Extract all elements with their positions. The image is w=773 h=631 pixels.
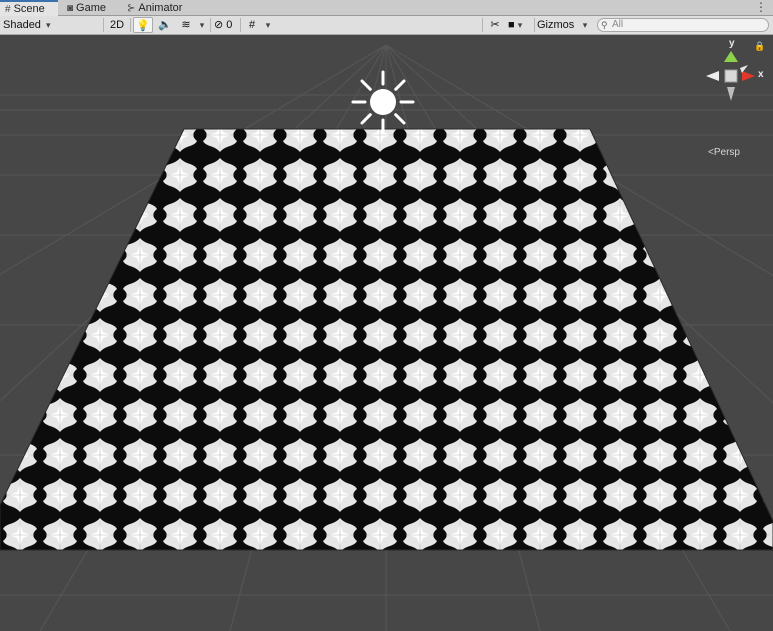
grid-toggle-button[interactable]: #	[243, 17, 261, 33]
separator	[240, 18, 241, 32]
tools-button[interactable]: ✂	[486, 17, 504, 33]
chevron-down-icon: ▾	[582, 20, 588, 30]
2d-toggle-button[interactable]: 2D	[107, 17, 127, 33]
grid-dropdown[interactable]: ▾	[263, 17, 273, 33]
tab-animator-label: Animator	[138, 1, 183, 14]
tab-game-label: Game	[76, 1, 107, 14]
scene-audio-toggle[interactable]: 🔈	[155, 17, 175, 33]
gizmo-y-cone[interactable]	[724, 51, 738, 62]
separator	[534, 18, 535, 32]
tab-game[interactable]: ◙ Game	[62, 0, 118, 16]
chevron-down-icon: ▾	[265, 20, 271, 30]
eye-slash-icon: ⊘	[214, 19, 224, 31]
search-placeholder: All	[612, 19, 624, 30]
separator	[482, 18, 483, 32]
effects-layers-icon: ≋	[181, 19, 191, 31]
gizmo-y-label: y	[729, 38, 735, 49]
speaker-icon: 🔈	[158, 19, 172, 31]
gamepad-icon: ◙	[67, 2, 74, 14]
gizmos-label: Gizmos	[537, 19, 575, 31]
draw-mode-dropdown[interactable]: Shaded	[3, 17, 99, 33]
tools-icon: ✂	[490, 19, 500, 31]
scene-toolbar: Shaded 2D 💡 🔈 ≋ ▾ ⊘ 0 # ▾ ✂ ■ ▾ Gizmos ▾	[0, 16, 773, 35]
scene-grid-icon: #	[5, 4, 11, 15]
tab-animator[interactable]: ⊱ Animator	[122, 0, 192, 16]
scene-visibility-toggle[interactable]: ⊘ 0	[214, 17, 238, 33]
scene-viewport[interactable]: y x 🔒 <Persp	[0, 35, 773, 631]
textured-plane[interactable]	[0, 128, 773, 551]
gizmos-button[interactable]: Gizmos	[537, 17, 577, 33]
lock-icon[interactable]: 🔒	[754, 41, 765, 52]
lightbulb-icon: 💡	[136, 20, 150, 32]
gizmo-neg-y-cone[interactable]	[727, 87, 735, 101]
grid-icon: #	[248, 19, 256, 31]
projection-toggle[interactable]: <Persp	[708, 147, 740, 158]
draw-mode-label: Shaded	[3, 19, 41, 31]
window-tab-bar: # Scene ◙ Game ⊱ Animator ⋮	[0, 0, 773, 17]
scene-canvas	[0, 44, 773, 631]
more-options-icon[interactable]: ⋮	[755, 0, 767, 15]
2d-toggle-label: 2D	[109, 19, 125, 31]
separator	[210, 18, 211, 32]
gizmos-dropdown[interactable]: ▾	[579, 17, 591, 33]
scene-lighting-toggle[interactable]: 💡	[133, 17, 153, 33]
gizmo-center-cube[interactable]	[724, 69, 738, 83]
tab-scene[interactable]: # Scene	[0, 0, 58, 17]
effects-dropdown[interactable]: ▾	[197, 17, 207, 33]
directional-light-icon[interactable]	[351, 70, 415, 134]
separator	[130, 18, 131, 32]
tab-scene-label: Scene	[13, 3, 45, 15]
animator-icon: ⊱	[127, 2, 136, 14]
orientation-gizmo[interactable]	[706, 51, 755, 101]
scene-effects-toggle[interactable]: ≋	[177, 17, 195, 33]
gizmo-neg-x-cone[interactable]	[706, 71, 719, 81]
chevron-down-icon: ▾	[199, 20, 205, 30]
camera-dropdown[interactable]: ■ ▾	[508, 17, 532, 33]
camera-icon: ■	[508, 19, 515, 31]
gizmo-x-label: x	[758, 69, 764, 80]
search-icon: ⚲	[601, 20, 608, 30]
scene-search-input[interactable]: ⚲ All	[597, 18, 769, 32]
hidden-count: 0	[226, 19, 233, 31]
chevron-down-icon: ▾	[517, 20, 523, 30]
separator	[103, 18, 104, 32]
gizmo-x-cone[interactable]	[742, 71, 755, 81]
projection-label: Persp	[713, 147, 740, 158]
